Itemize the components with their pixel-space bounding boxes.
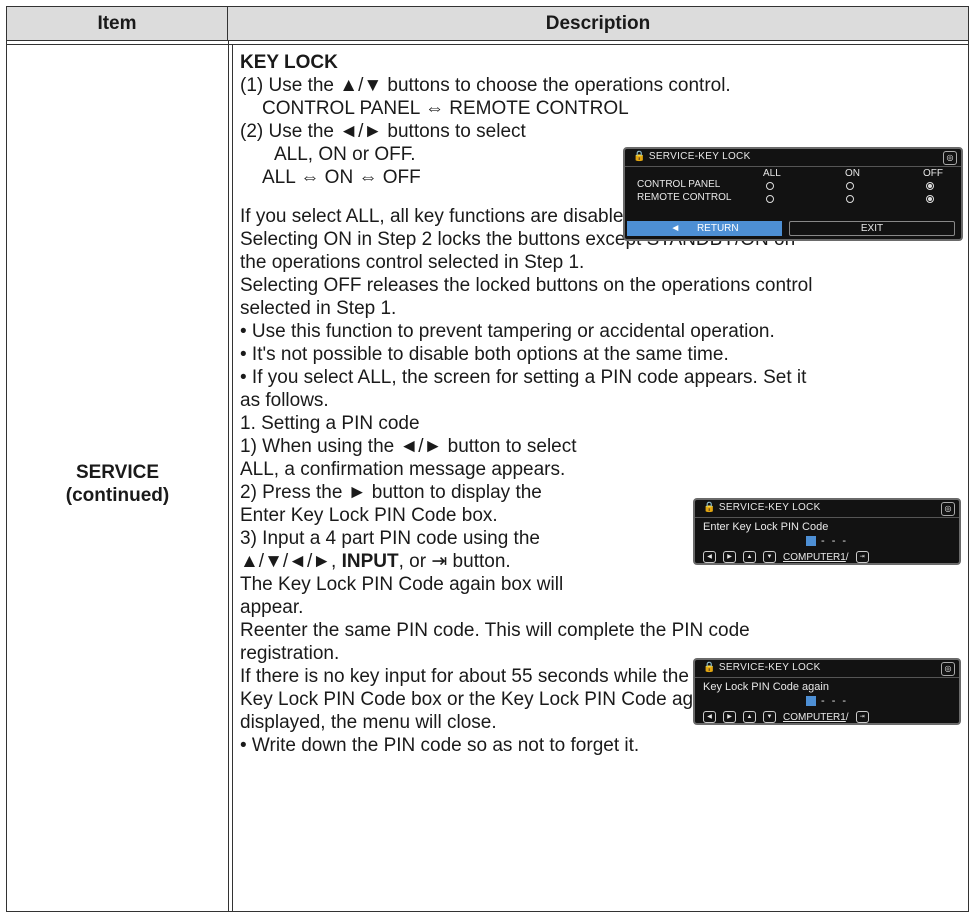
menu-icon: ◎ — [941, 502, 955, 516]
osd-title: 🔒 SERVICE-KEY LOCK — [633, 151, 751, 162]
pin-cursor — [805, 696, 816, 707]
pin-entry: - - - — [695, 695, 959, 707]
radio-cp-off — [926, 182, 934, 190]
pin-step-1: 1) When using the ◄/► button to select — [240, 436, 577, 457]
pin-step-3-result: The Key Lock PIN Code again box will — [240, 574, 564, 595]
row-control-panel: CONTROL PANEL — [637, 179, 721, 190]
exit-button: EXIT — [789, 221, 955, 236]
para-line: as follows. — [240, 390, 329, 411]
input-key-icon: ⇥ — [855, 711, 869, 723]
down-key-icon: ▼ — [763, 711, 776, 723]
osd-key-lock-menu: 🔒 SERVICE-KEY LOCK ◎ ALL ON OFF CONTROL … — [623, 147, 963, 241]
pin-prompt: Enter Key Lock PIN Code — [703, 521, 829, 533]
bullet-line: • Use this function to prevent tampering… — [240, 321, 775, 342]
section-heading: KEY LOCK — [240, 52, 338, 73]
menu-icon: ◎ — [943, 151, 957, 165]
osd-pin-again: 🔒 SERVICE-KEY LOCK ◎ Key Lock PIN Code a… — [693, 658, 961, 725]
left-key-icon: ◀ — [703, 711, 716, 723]
item-cell: SERVICE (continued) — [7, 461, 228, 507]
para-line: Selecting OFF releases the locked button… — [240, 275, 813, 296]
radio-rc-on — [846, 195, 854, 203]
bullet-line: • Write down the PIN code so as not to f… — [240, 735, 640, 756]
pin-step-1-cont: ALL, a confirmation message appears. — [240, 459, 566, 480]
col-on: ON — [845, 168, 860, 179]
right-key-icon: ▶ — [723, 711, 736, 723]
pin-step-3-arrows: ▲/▼/◄/►, — [240, 551, 342, 572]
up-key-icon: ▲ — [743, 711, 756, 723]
down-key-icon: ▼ — [763, 551, 776, 563]
left-key-icon: ◀ — [703, 551, 716, 563]
pin-step-3-tail: , or ⇥ button. — [398, 551, 511, 572]
header-double-rule — [7, 44, 968, 45]
para-line: the operations control selected in Step … — [240, 252, 585, 273]
step-1-options: CONTROL PANEL ⇔ REMOTE CONTROL — [262, 98, 629, 119]
pin-entry: - - - — [695, 535, 959, 547]
radio-rc-all — [766, 195, 774, 203]
header-description: Description — [228, 7, 968, 41]
input-key-icon: ⇥ — [855, 551, 869, 563]
pin-prompt: Key Lock PIN Code again — [703, 681, 829, 693]
menu-icon: ◎ — [941, 662, 955, 676]
osd-key-hints: ◀ ▶ ▲ ▼ COMPUTER1/ ⇥ — [703, 551, 869, 563]
pin-cursor — [805, 536, 816, 547]
step-1: (1) Use the ▲/▼ buttons to choose the op… — [240, 75, 731, 96]
pin-heading: 1. Setting a PIN code — [240, 413, 420, 434]
bullet-line: • If you select ALL, the screen for sett… — [240, 367, 807, 388]
up-key-icon: ▲ — [743, 551, 756, 563]
col-off: OFF — [923, 168, 943, 179]
osd-title: 🔒 SERVICE-KEY LOCK — [703, 502, 821, 513]
radio-rc-off — [926, 195, 934, 203]
item-name: SERVICE — [75, 462, 160, 483]
return-button: ◄ RETURN — [627, 221, 782, 236]
para-line: selected in Step 1. — [240, 298, 397, 319]
header-item: Item — [7, 7, 228, 41]
radio-cp-all — [766, 182, 774, 190]
right-key-icon: ▶ — [723, 551, 736, 563]
input-button-label: INPUT — [341, 551, 399, 572]
col-all: ALL — [763, 168, 781, 179]
osd-button-bar: ◄ RETURN EXIT — [627, 221, 959, 236]
bullet-line: • It's not possible to disable both opti… — [240, 344, 729, 365]
osd-divider — [625, 166, 961, 167]
row-remote-control: REMOTE CONTROL — [637, 192, 732, 203]
column-divider — [228, 41, 229, 911]
osd-enter-pin: 🔒 SERVICE-KEY LOCK ◎ Enter Key Lock PIN … — [693, 498, 961, 565]
source-hint: COMPUTER1/ — [783, 551, 849, 563]
para-line: Reenter the same PIN code. This will com… — [240, 620, 750, 641]
radio-cp-on — [846, 182, 854, 190]
osd-divider — [695, 517, 959, 518]
osd-title: 🔒 SERVICE-KEY LOCK — [703, 662, 821, 673]
source-hint: COMPUTER1/ — [783, 711, 849, 723]
pin-step-3-result-cont: appear. — [240, 597, 304, 618]
osd-divider — [695, 677, 959, 678]
column-divider-double — [232, 44, 233, 911]
spec-table: Item Description SERVICE (continued) KEY… — [6, 6, 969, 912]
osd-key-hints: ◀ ▶ ▲ ▼ COMPUTER1/ ⇥ — [703, 711, 869, 723]
step-2: (2) Use the ◄/► buttons to select — [240, 121, 526, 142]
item-subtitle: (continued) — [65, 485, 170, 506]
